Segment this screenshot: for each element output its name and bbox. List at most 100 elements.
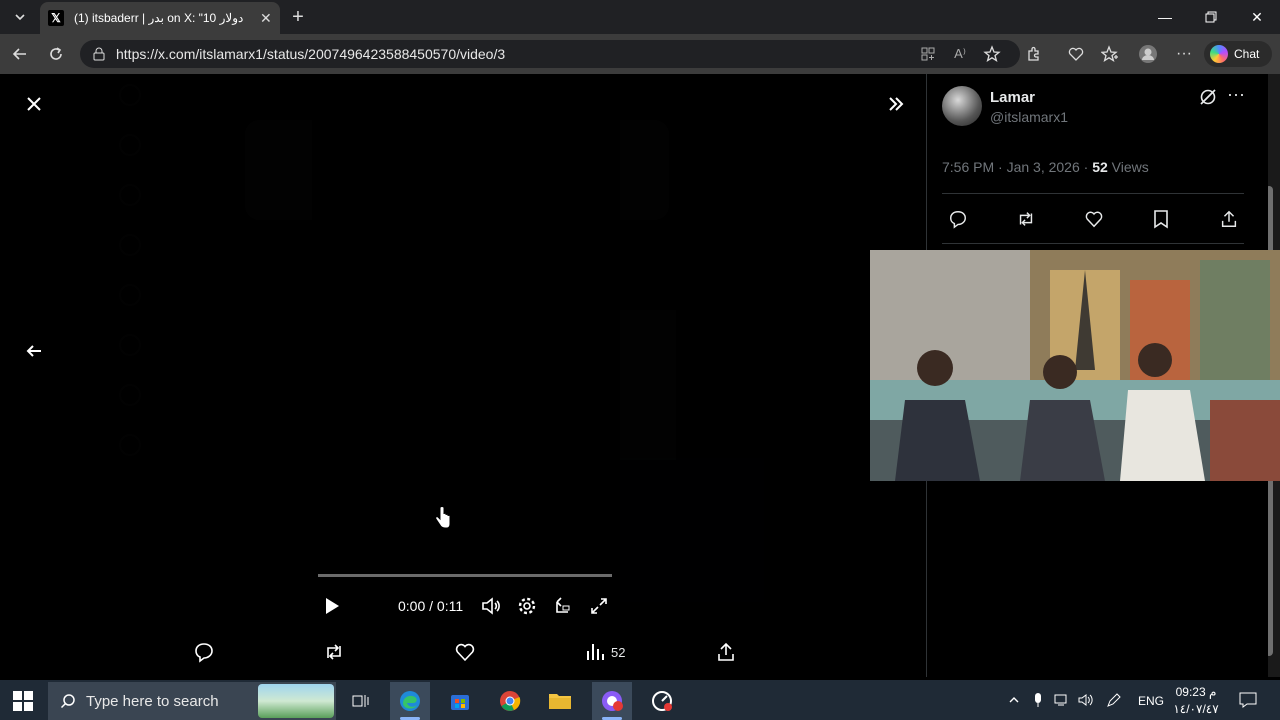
system-clock[interactable]: 09:23 م ١٤/٠٧/٤٧ <box>1168 684 1224 718</box>
play-icon <box>326 598 339 614</box>
post-share-button[interactable] <box>1217 207 1241 231</box>
taskbar-speedtest[interactable] <box>642 682 682 720</box>
bookmark-button[interactable] <box>1149 207 1173 231</box>
views-button[interactable]: 52 <box>585 640 625 664</box>
like-button[interactable] <box>454 640 476 664</box>
close-tab-icon[interactable]: ✕ <box>260 10 272 27</box>
clock-date: ١٤/٠٧/٤٧ <box>1173 702 1219 716</box>
post-reply-button[interactable] <box>946 207 970 231</box>
taskbar-file-explorer[interactable] <box>540 682 580 720</box>
search-icon <box>60 694 75 709</box>
analytics-icon <box>587 644 604 660</box>
favorite-button[interactable] <box>980 42 1004 66</box>
game-app-icon <box>602 691 623 711</box>
puzzle-icon <box>1028 46 1039 61</box>
pip-video-window[interactable] <box>870 250 1280 481</box>
repost-button[interactable] <box>323 640 345 664</box>
taskbar-store[interactable] <box>440 682 480 720</box>
share-icon <box>718 642 734 661</box>
notifications-tray[interactable] <box>1238 690 1258 710</box>
more-options-icon[interactable]: ··· <box>1226 85 1246 107</box>
share-button[interactable] <box>715 640 737 664</box>
restore-icon <box>1205 11 1217 23</box>
close-window-button[interactable]: ✕ <box>1234 0 1280 34</box>
video-progress-bar[interactable] <box>318 574 612 577</box>
url-text: https://x.com/itslamarx1/status/20074964… <box>116 46 506 62</box>
task-view-icon <box>352 695 369 707</box>
post-view-count: 52 <box>1092 159 1108 175</box>
speedometer-icon <box>652 691 672 711</box>
previous-media-button[interactable] <box>20 337 48 365</box>
show-hidden-icons[interactable] <box>1004 690 1024 710</box>
profile-avatar-icon <box>1139 45 1157 63</box>
double-chevron-right-icon <box>889 97 904 111</box>
collapse-panel-button[interactable] <box>882 90 910 118</box>
microphone-icon <box>1035 693 1041 707</box>
author-name[interactable]: Lamar <box>990 89 1035 106</box>
address-bar[interactable]: https://x.com/itslamarx1/status/20074964… <box>80 40 1020 68</box>
edge-icon <box>400 691 420 711</box>
chat-label: Chat <box>1234 47 1260 61</box>
microphone-tray[interactable] <box>1028 690 1048 710</box>
play-button[interactable] <box>320 594 344 618</box>
back-button[interactable] <box>8 42 32 66</box>
copilot-chat-button[interactable]: Chat <box>1204 41 1272 67</box>
taskbar-chrome[interactable] <box>490 682 530 720</box>
hand-cursor-icon <box>434 506 452 530</box>
grok-icon[interactable] <box>1198 87 1218 107</box>
read-aloud-button[interactable]: A⁾ <box>948 42 972 66</box>
browser-tab[interactable]: 𝕏 (1) itsbaderr | بدر on X: "10 دولار ✕ <box>40 2 280 34</box>
pen-tray[interactable] <box>1104 690 1124 710</box>
chrome-icon <box>500 691 521 711</box>
post-meta: 7:56 PM · Jan 3, 2026 · 52 Views <box>942 159 1149 175</box>
speaker-icon <box>1078 694 1093 706</box>
arrow-left-icon <box>26 345 41 357</box>
read-aloud-icon: A⁾ <box>954 46 966 61</box>
lock-icon <box>93 47 105 61</box>
fullscreen-button[interactable] <box>587 594 611 618</box>
post-like-button[interactable] <box>1082 207 1106 231</box>
video-frame[interactable] <box>312 74 620 594</box>
views-count: 52 <box>611 644 626 660</box>
start-button[interactable] <box>12 690 34 712</box>
extensions-button[interactable] <box>1022 42 1046 66</box>
taskbar-game-app[interactable] <box>592 682 632 720</box>
reply-icon <box>949 210 967 229</box>
restore-button[interactable] <box>1188 0 1234 34</box>
tab-list-button[interactable] <box>6 5 34 29</box>
search-highlight-image <box>258 684 334 718</box>
settings-menu-button[interactable]: ··· <box>1172 42 1196 66</box>
mute-button[interactable] <box>479 594 503 618</box>
browser-essentials-button[interactable] <box>1064 42 1088 66</box>
reply-button[interactable] <box>193 640 215 664</box>
author-handle[interactable]: @itslamarx1 <box>990 109 1068 125</box>
app-available-button[interactable] <box>916 42 940 66</box>
reply-icon <box>195 643 213 663</box>
profile-button[interactable] <box>1136 42 1160 66</box>
post-timestamp: 7:56 PM · Jan 3, 2026 · <box>942 159 1093 175</box>
new-tab-button[interactable]: + <box>286 5 310 29</box>
volume-tray[interactable] <box>1076 690 1096 710</box>
taskbar-edge[interactable] <box>390 682 430 720</box>
store-icon <box>451 695 469 710</box>
more-horizontal-icon: ··· <box>1176 45 1192 62</box>
tab-title: (1) itsbaderr | بدر on X: "10 دولار <box>74 11 244 25</box>
task-view-button[interactable] <box>340 682 380 720</box>
favorites-button[interactable] <box>1098 42 1122 66</box>
video-settings-button[interactable] <box>515 594 539 618</box>
post-repost-button[interactable] <box>1014 207 1038 231</box>
pip-button[interactable] <box>551 594 575 618</box>
close-media-button[interactable] <box>20 90 48 118</box>
search-placeholder: Type here to search <box>86 692 219 710</box>
refresh-button[interactable] <box>44 42 68 66</box>
network-tray[interactable] <box>1052 690 1072 710</box>
input-language[interactable]: ENG <box>1138 694 1164 708</box>
expand-icon <box>591 598 607 614</box>
windows-icon <box>13 691 33 711</box>
divider <box>942 243 1244 244</box>
views-label: Views <box>1107 159 1149 175</box>
heartbeat-icon <box>1068 47 1084 61</box>
minimize-button[interactable]: — <box>1142 0 1188 34</box>
avatar[interactable] <box>942 86 982 126</box>
divider <box>942 193 1244 194</box>
